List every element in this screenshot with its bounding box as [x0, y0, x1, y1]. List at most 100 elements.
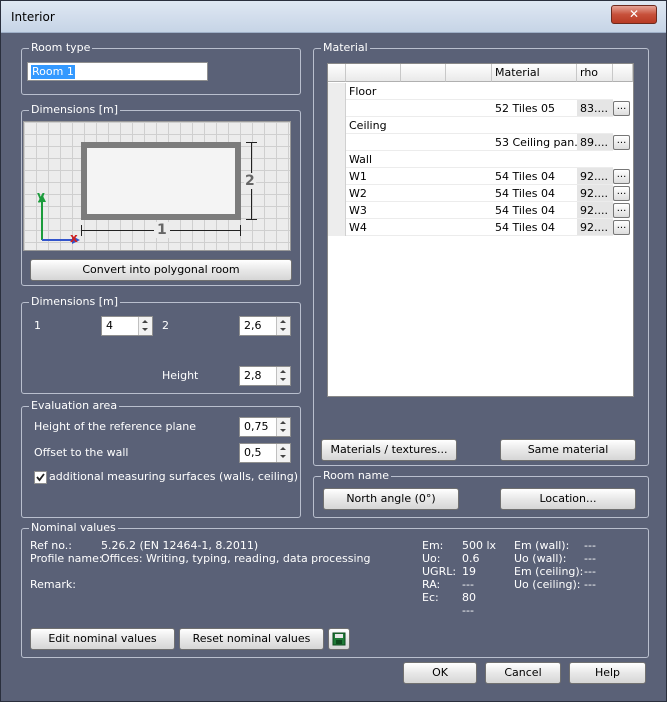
- reset-nominal-button[interactable]: Reset nominal values: [179, 628, 324, 650]
- metric-em-value: 500 lx: [462, 539, 497, 552]
- title-bar[interactable]: Interior ✕: [1, 1, 666, 33]
- row-material: 54 Tiles 04: [492, 185, 577, 202]
- height-stepper[interactable]: [276, 367, 290, 385]
- row-header[interactable]: [328, 202, 346, 219]
- dim1-value: 4: [106, 319, 113, 332]
- room-diagram: 2 1 y x: [23, 121, 291, 251]
- measuring-surfaces-checkbox[interactable]: [34, 471, 47, 484]
- edit-nominal-button[interactable]: Edit nominal values: [30, 628, 175, 650]
- column-header-rho[interactable]: rho: [577, 64, 613, 82]
- choose-material-button[interactable]: ...: [613, 220, 630, 235]
- row-header[interactable]: [328, 168, 346, 185]
- metric-ec-label: Ec:: [422, 591, 439, 604]
- ref-no-value: 5.26.2 (EN 12464-1, 8.2011): [101, 539, 259, 552]
- ref-plane-stepper[interactable]: [276, 418, 290, 436]
- dim2-stepper[interactable]: [276, 317, 290, 335]
- table-row[interactable]: W2 54 Tiles 04 92.......: [328, 185, 633, 202]
- table-row[interactable]: Floor: [328, 83, 633, 100]
- dim1-spinner[interactable]: 4: [101, 316, 153, 336]
- close-button[interactable]: ✕: [611, 5, 657, 24]
- cancel-button[interactable]: Cancel: [485, 662, 561, 684]
- row-material: [492, 151, 577, 168]
- row-material: 52 Tiles 05: [492, 100, 577, 117]
- row-header[interactable]: [328, 219, 346, 236]
- ref-plane-spinner[interactable]: 0,75: [239, 417, 291, 437]
- window-title: Interior: [11, 10, 55, 24]
- arrow-down-icon: [142, 328, 148, 331]
- offset-spinner[interactable]: 0,5: [239, 443, 291, 463]
- offset-value: 0,5: [244, 446, 262, 459]
- convert-polygonal-button[interactable]: Convert into polygonal room: [30, 259, 292, 281]
- column-header-0: [328, 64, 346, 82]
- height-value: 2,8: [244, 369, 262, 382]
- metric-ra-label: RA:: [422, 578, 441, 591]
- arrow-down-icon: [280, 328, 286, 331]
- materials-textures-button[interactable]: Materials / textures...: [321, 439, 457, 461]
- metric-uo-value: 0.6: [462, 552, 480, 565]
- row-name: Ceiling: [346, 117, 492, 134]
- evaluation-legend: Evaluation area: [29, 399, 120, 413]
- row-name: Wall: [346, 151, 492, 168]
- material-table[interactable]: Material rho Floor 52 Tiles 05 83....... Ce…: [327, 63, 634, 397]
- metric-ugrl-label: UGRL:: [422, 565, 457, 578]
- north-angle-button[interactable]: North angle (0°): [323, 488, 459, 510]
- metric-ec-value: 80: [462, 591, 476, 604]
- axis-x-label: x: [70, 231, 78, 245]
- choose-material-button[interactable]: ...: [613, 186, 630, 201]
- metric-em-wall-label: Em (wall):: [514, 539, 570, 552]
- row-header[interactable]: [328, 185, 346, 202]
- row-header[interactable]: [328, 100, 346, 117]
- dim-1-label: 1: [154, 222, 170, 238]
- offset-stepper[interactable]: [276, 444, 290, 462]
- table-row[interactable]: 53 Ceiling pan... 89.......: [328, 134, 633, 151]
- ref-no-label: Ref no.:: [30, 539, 72, 552]
- row-name: W2: [346, 185, 492, 202]
- column-header-3: [446, 64, 492, 82]
- table-row[interactable]: W4 54 Tiles 04 92.......: [328, 219, 633, 236]
- dim2-spinner[interactable]: 2,6: [239, 316, 291, 336]
- row-rho: [577, 151, 613, 168]
- ref-plane-label: Height of the reference plane: [34, 420, 197, 433]
- profile-name-value: Offices: Writing, typing, reading, data …: [101, 552, 371, 565]
- arrow-up-icon: [142, 320, 148, 323]
- choose-material-button[interactable]: ...: [613, 135, 630, 150]
- table-row[interactable]: 52 Tiles 05 83.......: [328, 100, 633, 117]
- metric-uo-wall-label: Uo (wall):: [514, 552, 567, 565]
- save-nominal-button[interactable]: [328, 628, 350, 650]
- metric-uo-label: Uo:: [422, 552, 441, 565]
- dim1-stepper[interactable]: [138, 317, 152, 335]
- same-material-button[interactable]: Same material: [500, 439, 636, 461]
- row-material: [492, 83, 577, 100]
- row-header[interactable]: [328, 151, 346, 168]
- row-header[interactable]: [328, 117, 346, 134]
- location-button[interactable]: Location...: [500, 488, 636, 510]
- dimensions-legend: Dimensions [m]: [29, 295, 120, 309]
- row-material: [492, 117, 577, 134]
- arrow-up-icon: [280, 320, 286, 323]
- table-row[interactable]: W3 54 Tiles 04 92.......: [328, 202, 633, 219]
- row-material: 53 Ceiling pan...: [492, 134, 577, 151]
- dimensions-diagram-legend: Dimensions [m]: [29, 103, 120, 117]
- room-type-input[interactable]: Room 1: [27, 62, 208, 81]
- table-row[interactable]: W1 54 Tiles 04 92.......: [328, 168, 633, 185]
- choose-material-button[interactable]: ...: [613, 101, 630, 116]
- room-outline: [81, 142, 241, 220]
- row-rho: 92....: [577, 202, 613, 219]
- ok-button[interactable]: OK: [403, 662, 477, 684]
- row-header[interactable]: [328, 134, 346, 151]
- row-header[interactable]: [328, 83, 346, 100]
- table-row[interactable]: Wall: [328, 151, 633, 168]
- table-row[interactable]: Ceiling: [328, 117, 633, 134]
- arrow-down-icon: [280, 429, 286, 432]
- help-button[interactable]: Help: [569, 662, 646, 684]
- dim2-value: 2,6: [244, 319, 262, 332]
- floppy-disk-icon: [332, 632, 346, 646]
- dim-2-label: 2: [244, 173, 256, 189]
- column-header-material[interactable]: Material: [492, 64, 577, 82]
- choose-material-button[interactable]: ...: [613, 169, 630, 184]
- choose-material-button[interactable]: ...: [613, 203, 630, 218]
- row-rho: [577, 117, 613, 134]
- row-name: [346, 134, 492, 151]
- row-material: 54 Tiles 04: [492, 168, 577, 185]
- height-spinner[interactable]: 2,8: [239, 366, 291, 386]
